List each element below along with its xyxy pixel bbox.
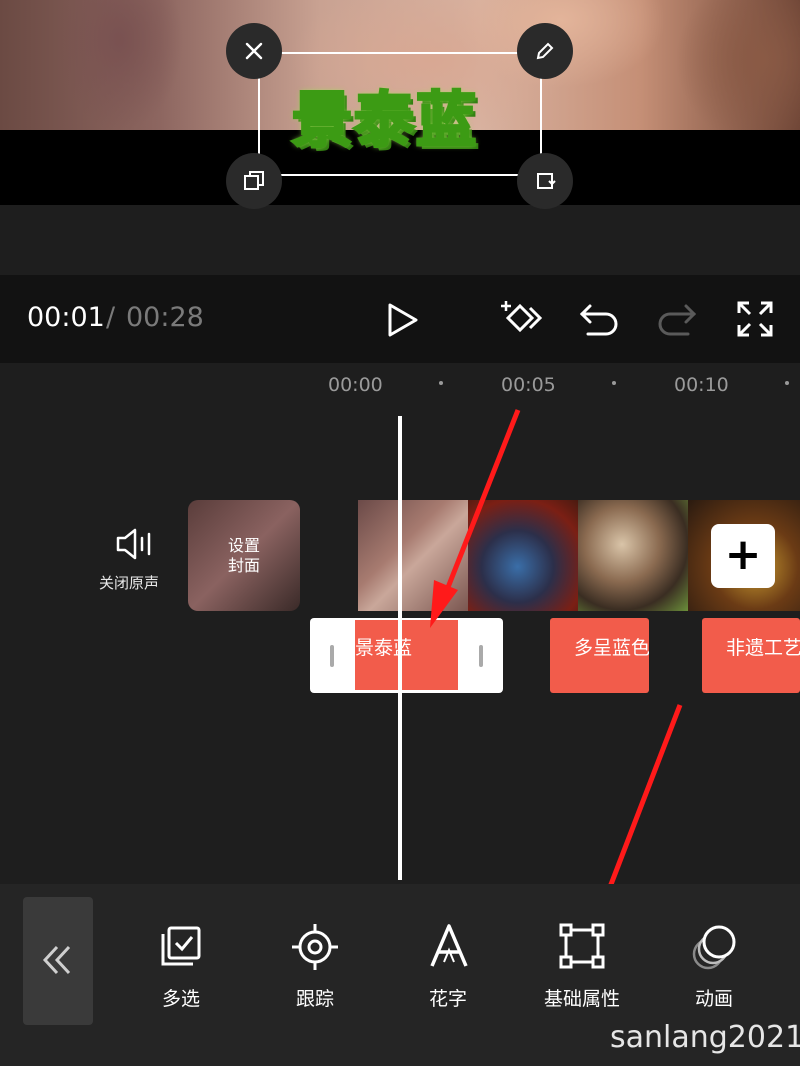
mute-original-audio-label[interactable]: 关闭原声 [99, 572, 159, 593]
rotate-icon [537, 173, 556, 189]
playhead[interactable] [398, 416, 402, 880]
undo-icon[interactable] [578, 298, 620, 340]
ruler-dot [439, 381, 443, 385]
clip-trim-handle-right[interactable] [479, 645, 483, 667]
fullscreen-icon[interactable] [736, 300, 774, 338]
add-clip-button[interactable]: + [711, 524, 775, 588]
watermark-text: sanlang2021 [610, 1020, 800, 1055]
multi-select-icon[interactable] [159, 924, 203, 968]
speaker-icon[interactable] [114, 526, 156, 562]
toolbar-label-basic-properties[interactable]: 基础属性 [526, 984, 638, 1011]
set-cover-label[interactable]: 设置 封面 [188, 536, 300, 576]
collapse-toolbar-button[interactable] [23, 897, 93, 1025]
copy-icon [244, 171, 264, 190]
animation-icon[interactable] [690, 922, 740, 972]
ruler-tick-label: 00:00 [328, 374, 383, 396]
time-separator: / [106, 302, 116, 333]
cover-label-line: 设置 [227, 536, 260, 555]
total-time: 00:28 [126, 302, 204, 333]
close-icon [245, 42, 263, 60]
play-icon[interactable] [382, 300, 422, 340]
toolbar-label-multi-select[interactable]: 多选 [141, 984, 221, 1011]
text-clip-label: 景泰蓝 [355, 637, 413, 659]
keyframe-icon[interactable] [498, 296, 546, 342]
video-frame-thumbnail[interactable] [358, 500, 468, 611]
ruler-tick-label: 00:10 [674, 374, 729, 396]
ruler-dot [612, 381, 616, 385]
edit-pencil-icon [536, 42, 554, 60]
ruler-tick-label: 00:05 [501, 374, 556, 396]
delete-text-handle[interactable] [226, 23, 282, 79]
text-clip[interactable]: 多呈蓝色 [550, 618, 649, 693]
toolbar-label-animation[interactable]: 动画 [674, 984, 754, 1011]
rotate-scale-handle[interactable] [517, 153, 573, 209]
fancy-text-icon[interactable] [428, 922, 470, 970]
redo-icon[interactable] [656, 298, 698, 340]
preview-title-text[interactable]: 景泰蓝 [291, 72, 478, 159]
current-time: 00:01 [27, 302, 105, 333]
video-frame-thumbnail[interactable] [578, 500, 688, 611]
toolbar-label-tracking[interactable]: 跟踪 [275, 984, 355, 1011]
ruler-dot [785, 381, 789, 385]
copy-text-handle[interactable] [226, 153, 282, 209]
video-frame-thumbnail[interactable] [468, 500, 578, 611]
edit-text-handle[interactable] [517, 23, 573, 79]
clip-trim-handle-left[interactable] [330, 645, 334, 667]
toolbar-label-fancy-text[interactable]: 花字 [408, 984, 488, 1011]
text-clip-label: 非遗工艺 [726, 637, 800, 659]
text-clip[interactable]: 非遗工艺 [702, 618, 800, 693]
tracking-target-icon[interactable] [290, 922, 340, 972]
text-clip-label: 多呈蓝色 [574, 637, 649, 659]
basic-properties-icon[interactable] [558, 922, 606, 970]
cover-label-line: 封面 [227, 556, 260, 575]
double-chevron-left-icon [42, 945, 71, 975]
